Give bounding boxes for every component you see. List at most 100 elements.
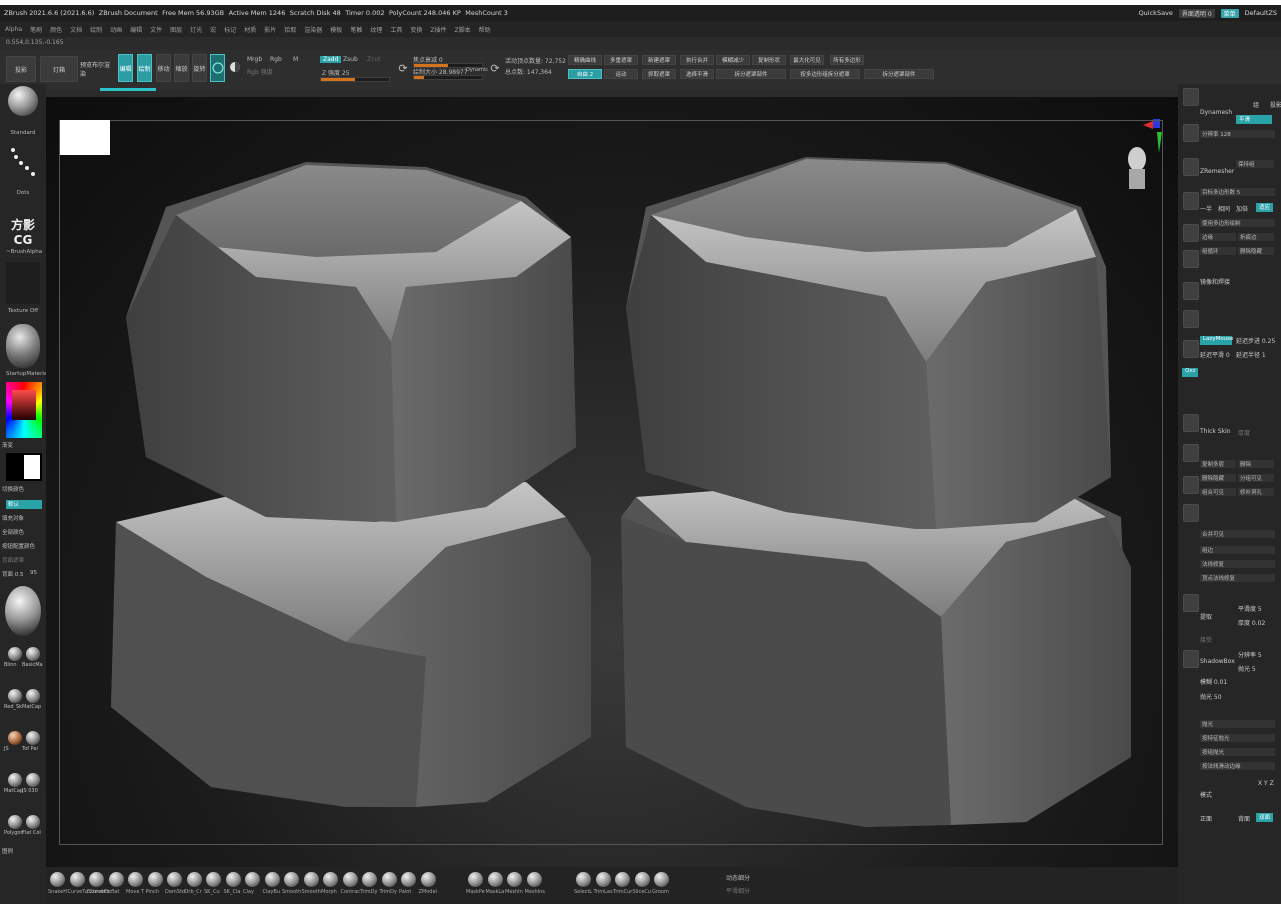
brush-icon[interactable]	[108, 872, 124, 887]
material-icon[interactable]	[228, 56, 242, 78]
rgb-button[interactable]: Rgb	[270, 56, 282, 63]
shadowbox-icon[interactable]	[1183, 650, 1199, 668]
zsub-button[interactable]: Zsub	[343, 56, 358, 63]
blur-value[interactable]: 模糊 0.01	[1200, 677, 1227, 686]
toolbar-action-button[interactable]: 拆分遮罩部件	[864, 69, 934, 79]
toolbar-action-button[interactable]: 新建遮罩	[642, 55, 676, 65]
material-swatch[interactable]	[26, 773, 40, 787]
brush-icon[interactable]	[303, 872, 319, 887]
menu-item[interactable]: 工具	[390, 25, 402, 34]
adapt-button[interactable]: 适应	[1256, 203, 1274, 212]
toolbar-action-button[interactable]: 精确曲线	[568, 55, 602, 65]
placeholder-row-3[interactable]: 顶点法线修复	[1200, 574, 1275, 582]
polish-action-button[interactable]: 按法线滑动边缘	[1200, 762, 1275, 770]
default-script-button[interactable]: DefaultZS	[1245, 9, 1277, 17]
placeholder-row-2[interactable]: 法线修复	[1200, 560, 1275, 568]
lazy-radius[interactable]: 延迟半径 1	[1236, 350, 1266, 359]
thick-value[interactable]: 厚度	[1238, 428, 1250, 437]
smooth-subdiv[interactable]: 平滑细分	[726, 886, 750, 895]
split-icon[interactable]	[1183, 192, 1199, 210]
toolbar-action-button[interactable]: 最大化可见	[790, 55, 824, 65]
matcap-sphere-icon[interactable]	[5, 586, 41, 636]
accept-button[interactable]: 接受	[1200, 635, 1212, 644]
subtool-merge[interactable]: 合并可见	[1200, 530, 1275, 538]
quicksave-button[interactable]: QuickSave	[1139, 9, 1173, 17]
brush-icon[interactable]	[595, 872, 611, 887]
scale-button[interactable]: 缩放	[174, 54, 189, 82]
color-swatch-main[interactable]	[6, 453, 42, 481]
switch-color[interactable]: 切换颜色	[2, 485, 24, 493]
default-button[interactable]: 默认	[6, 500, 42, 509]
toolbar-action-button[interactable]: 拆分遮罩部件	[716, 69, 786, 79]
resolution-slider[interactable]: 分辨率 128	[1200, 130, 1275, 138]
brush-icon[interactable]	[401, 872, 416, 887]
smooth-toggle[interactable]: 平滑	[1236, 115, 1272, 124]
mirror-icon[interactable]	[1183, 282, 1199, 300]
brush-icon[interactable]	[323, 872, 338, 887]
material-swatch[interactable]	[8, 731, 22, 745]
use-polypaint[interactable]: 使用多边形绘制	[1200, 219, 1275, 227]
dynamesh-icon[interactable]	[1183, 250, 1199, 268]
toolbar-action-button[interactable]: 运动	[604, 69, 638, 79]
half-button[interactable]: 一半	[1200, 204, 1212, 213]
toolbar-action-button[interactable]: 抓取遮罩	[642, 69, 676, 79]
menu-item[interactable]: 影片	[264, 25, 276, 34]
menu-item[interactable]: 渲染器	[304, 25, 322, 34]
both-button[interactable]: 双面	[1256, 813, 1274, 822]
brush-icon[interactable]	[526, 872, 542, 887]
brush-icon[interactable]	[186, 872, 202, 887]
brush-icon[interactable]	[264, 872, 280, 887]
fill-object[interactable]: 填充对象	[2, 514, 24, 522]
brush-icon[interactable]	[615, 872, 630, 887]
menu-item[interactable]: 笔触	[350, 25, 362, 34]
brush-icon[interactable]	[167, 872, 182, 887]
same-button[interactable]: 相同	[1218, 204, 1230, 213]
brush-icon[interactable]	[381, 872, 397, 887]
subtool-action-button[interactable]: 删除隐藏	[1200, 474, 1236, 482]
menu-item[interactable]: Alpha	[5, 26, 22, 33]
brush-icon[interactable]	[362, 872, 377, 887]
brush-icon[interactable]	[284, 872, 299, 887]
brush-icon[interactable]	[245, 872, 260, 887]
group-label[interactable]: 组	[1253, 100, 1259, 109]
brush-icon[interactable]	[128, 872, 143, 887]
zadd-button[interactable]: Zadd	[320, 56, 342, 63]
group-loops[interactable]: 组循环	[1200, 247, 1236, 255]
z-intensity[interactable]: Z 强度 25	[322, 68, 350, 77]
menu-item[interactable]: 宏	[210, 25, 216, 34]
lazy-smooth[interactable]: 延迟平滑 0	[1200, 350, 1230, 359]
extract-label[interactable]: 提取	[1200, 612, 1212, 621]
brush-icon[interactable]	[206, 872, 221, 887]
menu-item[interactable]: 图层	[170, 25, 182, 34]
crease-edge[interactable]: 折痕边	[1238, 233, 1274, 241]
merge-icon[interactable]	[1183, 476, 1199, 494]
material-swatch[interactable]	[8, 815, 22, 829]
menu-item[interactable]: 文档	[70, 25, 82, 34]
menu-item[interactable]: 模板	[330, 25, 342, 34]
extract-smooth[interactable]: 平滑度 5	[1238, 604, 1262, 613]
polish-action-button[interactable]: 按特征抛光	[1200, 734, 1275, 742]
menu-item[interactable]: 颜色	[50, 25, 62, 34]
subtool-action-button[interactable]: 修补洞孔	[1238, 488, 1274, 496]
res-value[interactable]: 分辨率 5	[1238, 650, 1262, 659]
thick-skin-icon[interactable]	[1183, 414, 1199, 432]
m-button[interactable]: M	[293, 56, 298, 63]
menus-button[interactable]: 菜单	[1220, 8, 1239, 18]
subtool-action-button[interactable]: 组合可见	[1200, 488, 1236, 496]
mode-label[interactable]: 模式	[1200, 790, 1212, 799]
material-swatch[interactable]	[26, 647, 40, 661]
brush-icon[interactable]	[50, 872, 65, 887]
lightbox-button[interactable]: 灯箱	[40, 56, 78, 82]
toolbar-action-button[interactable]: 自由 2	[568, 69, 602, 79]
shadowbox-label[interactable]: ShadowBox	[1200, 658, 1235, 665]
toolbar-action-button[interactable]: 所有多边形	[830, 55, 864, 65]
material-sphere-icon[interactable]	[6, 324, 40, 368]
menu-item[interactable]: 编辑	[130, 25, 142, 34]
brush-icon[interactable]	[468, 872, 483, 887]
brush-icon[interactable]	[487, 872, 503, 887]
menu-item[interactable]: 灯光	[190, 25, 202, 34]
menu-item[interactable]: 笔刷	[30, 25, 42, 34]
brush-icon[interactable]	[634, 872, 650, 887]
button-colors[interactable]: 按钮配置颜色	[2, 542, 35, 550]
focal-icon[interactable]: ⟳	[396, 58, 410, 78]
